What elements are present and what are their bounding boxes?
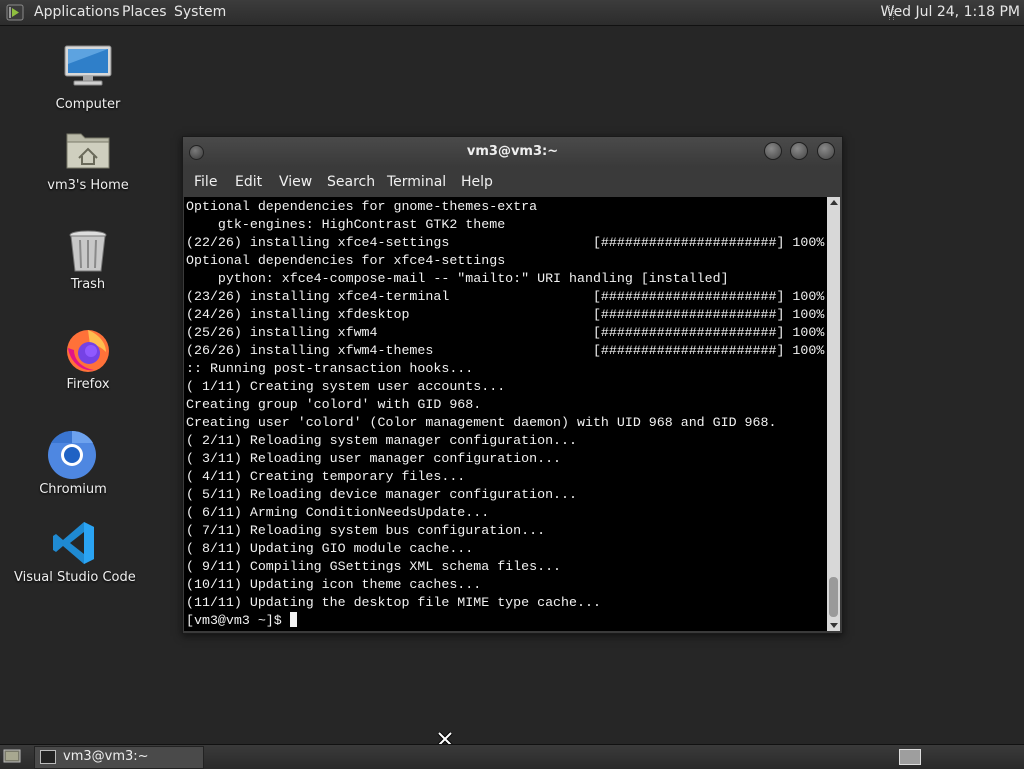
terminal-line: (22/26) installing xfce4-settings [#####… — [186, 235, 825, 250]
terminal-line: ( 4/11) Creating temporary files... — [186, 469, 466, 484]
icon-label: Computer — [55, 97, 121, 112]
close-button[interactable] — [817, 142, 835, 160]
bottom-panel: vm3@vm3:~ — [0, 744, 1024, 769]
vscode-icon — [53, 522, 94, 564]
computer-icon — [64, 45, 112, 86]
desktop-icon-firefox[interactable]: Firefox — [43, 326, 133, 396]
terminal-line: Optional dependencies for xfce4-settings — [186, 253, 506, 268]
scroll-up-arrow-icon[interactable] — [830, 200, 838, 205]
terminal-text: Optional dependencies for gnome-themes-e… — [184, 197, 827, 630]
desktop-icon-chromium[interactable]: Chromium — [28, 430, 118, 500]
terminal-line: (11/11) Updating the desktop file MIME t… — [186, 595, 601, 610]
chromium-icon — [48, 430, 96, 479]
menu-search[interactable]: Search — [327, 174, 375, 190]
home-folder-icon — [66, 133, 110, 169]
minimize-button[interactable] — [764, 142, 782, 160]
window-titlebar[interactable]: vm3@vm3:~ — [183, 137, 842, 167]
places-menu[interactable]: Places — [122, 4, 167, 20]
desktop-icon-trash[interactable]: Trash — [43, 228, 133, 298]
trash-icon — [69, 230, 107, 272]
terminal-scrollbar[interactable] — [827, 197, 840, 631]
terminal-line: Creating group 'colord' with GID 968. — [186, 397, 482, 412]
terminal-line: gtk-engines: HighContrast GTK2 theme — [186, 217, 506, 232]
icon-label: Chromium — [39, 482, 107, 497]
workspace-switcher[interactable] — [899, 749, 921, 765]
terminal-line: python: xfce4-compose-mail -- "mailto:" … — [186, 271, 729, 286]
terminal-line: ( 8/11) Updating GIO module cache... — [186, 541, 474, 556]
terminal-line: ( 2/11) Reloading system manager configu… — [186, 433, 577, 448]
terminal-menubar: File Edit View Search Terminal Help — [183, 168, 842, 196]
shell-prompt: [vm3@vm3 ~]$ — [186, 613, 290, 628]
system-menu[interactable]: System — [174, 4, 226, 20]
taskbar-label: vm3@vm3:~ — [63, 749, 149, 764]
terminal-window[interactable]: vm3@vm3:~ File Edit View Search Terminal… — [182, 136, 843, 634]
icon-label: Visual Studio Code — [14, 570, 136, 585]
terminal-line: ( 9/11) Compiling GSettings XML schema f… — [186, 559, 562, 574]
firefox-icon — [67, 330, 109, 372]
show-desktop-icon[interactable] — [3, 748, 21, 764]
terminal-line: ( 6/11) Arming ConditionNeedsUpdate... — [186, 505, 490, 520]
desktop-icon-home[interactable]: vm3's Home — [43, 128, 133, 198]
terminal-line: ( 7/11) Reloading system bus configurati… — [186, 523, 546, 538]
scrollbar-thumb[interactable] — [829, 577, 838, 617]
terminal-line: (10/11) Updating icon theme caches... — [186, 577, 482, 592]
taskbar-button-terminal[interactable]: vm3@vm3:~ — [34, 746, 204, 769]
terminal-output[interactable]: Optional dependencies for gnome-themes-e… — [184, 197, 827, 631]
top-panel: Applications Places System Wed Jul 24, 1… — [0, 0, 1024, 26]
icon-label: vm3's Home — [47, 178, 129, 193]
applications-menu[interactable]: Applications — [34, 4, 120, 20]
main-menu-icon[interactable] — [6, 4, 24, 21]
terminal-line: (23/26) installing xfce4-terminal [#####… — [186, 289, 825, 304]
terminal-line: :: Running post-transaction hooks... — [186, 361, 474, 376]
scroll-down-arrow-icon[interactable] — [830, 623, 838, 628]
menu-view[interactable]: View — [279, 174, 312, 190]
clock[interactable]: Wed Jul 24, 1:18 PM — [881, 4, 1020, 20]
terminal-line: (26/26) installing xfwm4-themes [#######… — [186, 343, 825, 358]
terminal-line: Creating user 'colord' (Color management… — [186, 415, 777, 430]
terminal-icon — [40, 750, 56, 764]
menu-help[interactable]: Help — [461, 174, 493, 190]
menu-edit[interactable]: Edit — [235, 174, 262, 190]
menu-file[interactable]: File — [194, 174, 217, 190]
terminal-line: ( 5/11) Reloading device manager configu… — [186, 487, 577, 502]
terminal-line: ( 1/11) Creating system user accounts... — [186, 379, 506, 394]
text-cursor — [289, 612, 297, 627]
terminal-line: ( 3/11) Reloading user manager configura… — [186, 451, 562, 466]
terminal-line: Optional dependencies for gnome-themes-e… — [186, 199, 538, 214]
maximize-button[interactable] — [790, 142, 808, 160]
menu-terminal[interactable]: Terminal — [387, 174, 446, 190]
window-title: vm3@vm3:~ — [466, 144, 559, 159]
terminal-line: (25/26) installing xfwm4 [##############… — [186, 325, 825, 340]
desktop-icon-vscode[interactable]: Visual Studio Code — [14, 520, 136, 590]
desktop-icon-computer[interactable]: Computer — [43, 44, 133, 114]
icon-label: Firefox — [66, 377, 110, 392]
icon-label: Trash — [70, 277, 106, 292]
terminal-line: (24/26) installing xfdesktop [##########… — [186, 307, 825, 322]
